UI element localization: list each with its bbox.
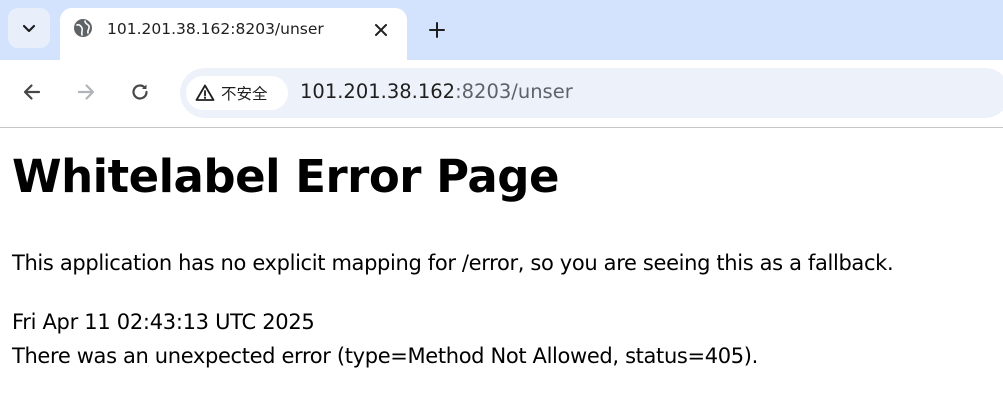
url-path: :8203/unser xyxy=(455,80,573,103)
forward-button[interactable] xyxy=(70,76,102,108)
page-heading: Whitelabel Error Page xyxy=(12,150,560,203)
active-tab[interactable]: 101.201.38.162:8203/unser xyxy=(60,8,407,60)
tab-search-button[interactable] xyxy=(8,8,50,48)
globe-icon xyxy=(74,19,92,37)
warning-triangle-icon xyxy=(195,84,215,101)
arrow-left-icon xyxy=(23,84,41,100)
error-message: This application has no explicit mapping… xyxy=(12,251,894,275)
tab-strip: 101.201.38.162:8203/unser xyxy=(0,0,1003,60)
reload-icon xyxy=(132,84,148,100)
tab-close-button[interactable] xyxy=(369,18,393,42)
error-timestamp: Fri Apr 11 02:43:13 UTC 2025 xyxy=(12,310,315,334)
tab-title: 101.201.38.162:8203/unser xyxy=(107,20,324,38)
new-tab-button[interactable] xyxy=(423,16,451,44)
reload-button[interactable] xyxy=(124,76,156,108)
address-bar[interactable]: 不安全 101.201.38.162:8203/unser xyxy=(180,68,1003,118)
browser-toolbar: 不安全 101.201.38.162:8203/unser xyxy=(0,60,1003,128)
security-label: 不安全 xyxy=(221,85,268,103)
url-text[interactable]: 101.201.38.162:8203/unser xyxy=(300,80,573,103)
chevron-down-icon xyxy=(22,24,36,33)
plus-icon xyxy=(429,22,445,38)
security-indicator[interactable]: 不安全 xyxy=(186,76,288,110)
close-icon xyxy=(375,24,387,36)
url-host: 101.201.38.162 xyxy=(300,80,456,103)
error-detail: There was an unexpected error (type=Meth… xyxy=(12,344,758,368)
arrow-right-icon xyxy=(77,84,95,100)
back-button[interactable] xyxy=(16,76,48,108)
